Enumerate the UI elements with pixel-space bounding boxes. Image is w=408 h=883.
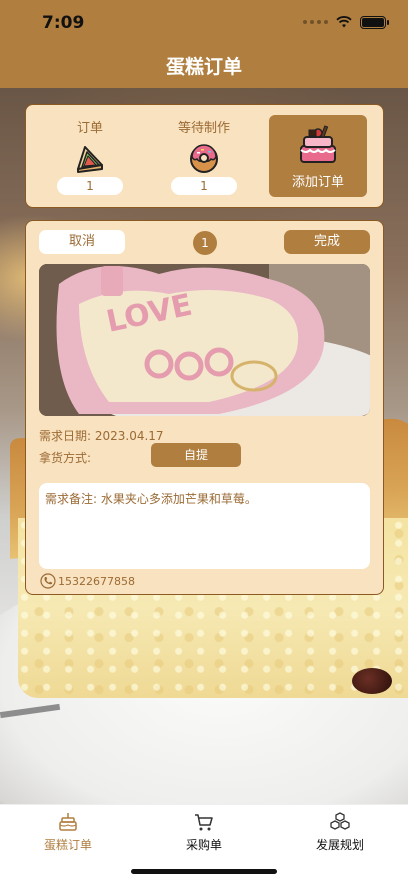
tab-purchase-label: 采购单 — [185, 838, 222, 852]
page-title: 蛋糕订单 — [165, 56, 242, 78]
boxes-icon — [330, 812, 350, 830]
tab-cake-orders-label: 蛋糕订单 — [43, 838, 92, 852]
pickup-method-button[interactable]: 自提 — [151, 443, 241, 467]
phone-row[interactable]: 15322677858 — [40, 573, 135, 589]
donut-icon — [190, 144, 218, 173]
phone-icon — [40, 573, 56, 589]
order-cake-photo[interactable]: LOVE — [39, 264, 370, 416]
waiting-count: 1 — [171, 177, 237, 195]
demand-date: 需求日期: 2023.04.17 — [39, 429, 164, 443]
raisin — [352, 668, 392, 694]
status-time: 7:09 — [42, 13, 85, 33]
add-order-label: 添加订单 — [291, 175, 344, 190]
pickup-label: 拿货方式: — [39, 451, 92, 465]
done-button[interactable]: 完成 — [284, 230, 370, 254]
sandwich-icon — [77, 146, 103, 173]
battery-icon — [360, 15, 389, 29]
waiting-stat[interactable]: 等待制作 — [158, 117, 250, 175]
notes-field[interactable]: 需求备注: 水果夹心多添加芒果和草莓。 — [39, 483, 370, 569]
notes-text: 需求备注: 水果夹心多添加芒果和草莓。 — [45, 492, 257, 506]
order-index-badge: 1 — [193, 231, 217, 255]
tab-development-label: 发展规划 — [315, 838, 364, 852]
home-indicator — [131, 869, 277, 874]
tab-development[interactable]: 发展规划 — [272, 811, 408, 853]
signal-icon — [303, 20, 328, 24]
orders-label: 订单 — [76, 121, 103, 136]
tab-purchase[interactable]: 采购单 — [136, 811, 272, 853]
order-card: 取消 1 完成 LOVE 需求日期: 2023.04.17 拿货方式: 自提 需… — [25, 220, 384, 595]
cake-icon — [300, 125, 336, 163]
cake-photo-illustration: LOVE — [39, 264, 370, 416]
phone-number: 15322677858 — [58, 574, 135, 588]
waiting-label: 等待制作 — [177, 121, 230, 136]
nav-bar: 7:09 蛋糕订单 — [0, 0, 408, 88]
cancel-button[interactable]: 取消 — [39, 230, 125, 254]
cake-tab-icon — [59, 813, 77, 831]
orders-stat[interactable]: 订单 — [44, 117, 136, 175]
cart-icon — [195, 814, 213, 831]
add-order-button[interactable]: 添加订单 — [269, 115, 367, 197]
summary-card: 订单 1 等待制作 1 添加订单 — [25, 104, 384, 208]
orders-count: 1 — [57, 177, 123, 195]
tab-cake-orders[interactable]: 蛋糕订单 — [0, 811, 136, 853]
status-indicators — [303, 15, 389, 29]
wifi-icon — [336, 16, 352, 28]
